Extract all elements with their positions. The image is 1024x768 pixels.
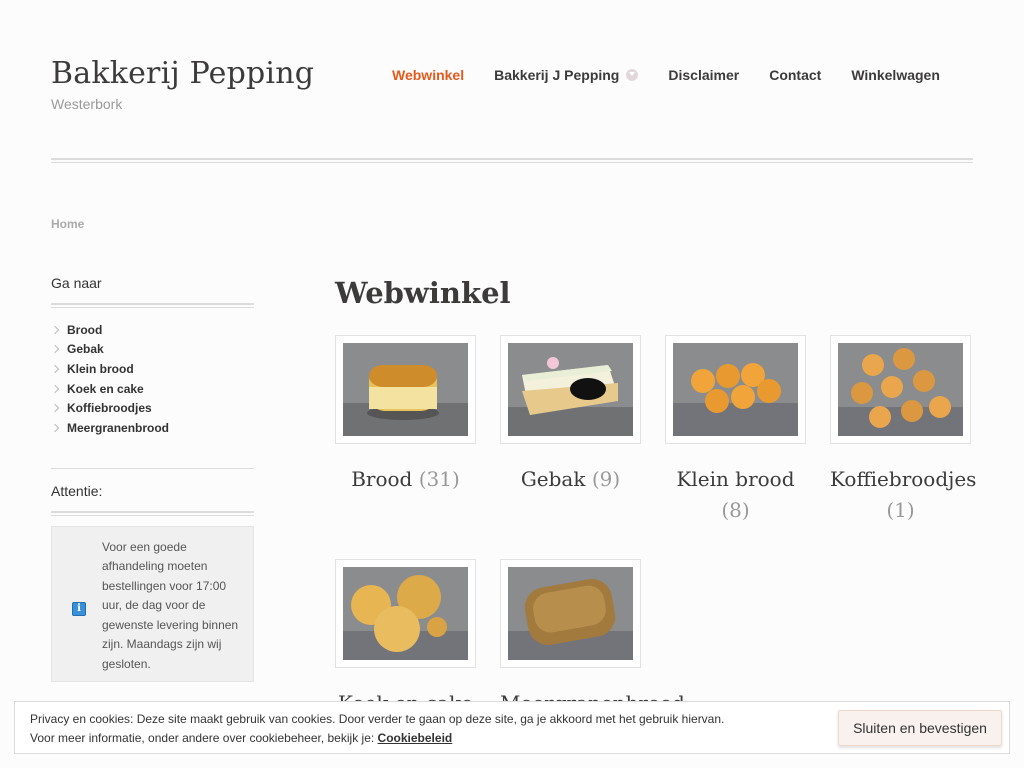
chevron-right-icon [50,364,60,374]
cookie-accept-button[interactable]: Sluiten en bevestigen [838,710,1002,746]
product-thumbnail[interactable] [335,335,476,444]
widget-separator [51,467,254,469]
product-count: (8) [721,498,750,522]
product-name: Brood [351,467,413,491]
product-card[interactable]: Koffiebroodjes (1) [830,335,995,526]
category-item[interactable]: Koek en cake [50,379,254,399]
chevron-right-icon [50,384,60,393]
category-item[interactable]: Gebak [50,340,254,360]
cookie-line-2: Voor meer informatie, onder andere over … [30,729,724,748]
product-card[interactable]: Koek en cake [335,559,500,719]
product-name: Klein brood [676,467,795,491]
chevron-right-icon [50,403,60,413]
category-item[interactable]: Koffiebroodjes [50,398,254,418]
category-label: Koek en cake [67,381,144,396]
product-thumbnail[interactable] [830,335,971,444]
header-divider [51,158,973,163]
product-count: (9) [591,467,621,491]
product-card[interactable]: Klein brood (8) [665,335,830,526]
notice-box: i Voor een goede afhandeling moeten best… [51,525,254,682]
bread-photo [343,343,468,436]
category-label: Klein brood [67,361,134,376]
site-tagline: Westerbork [51,96,123,112]
cookie-line-2-text: Voor meer informatie, onder andere over … [30,730,375,745]
category-label: Koffiebroodjes [67,401,152,416]
breadcrumb[interactable]: Home [51,217,84,231]
category-item[interactable]: Brood [50,320,254,340]
page-title: Webwinkel [335,276,511,310]
product-card[interactable]: Meergranenbrood [500,559,685,719]
rolls-photo [673,343,798,436]
main-nav: Webwinkel Bakkerij J Pepping Disclaimer … [392,67,970,83]
cookie-line-1: Privacy en cookies: Deze site maakt gebr… [30,712,725,726]
product-card[interactable]: Brood (31) [335,335,500,495]
product-count: (1) [886,498,915,522]
nav-label: Contact [769,67,822,83]
product-title[interactable]: Klein brood (8) [665,464,806,526]
cookie-banner: Privacy en cookies: Deze site maakt gebr… [14,701,1010,754]
cookie-text: Privacy en cookies: Deze site maakt gebr… [30,710,724,747]
product-title[interactable]: Koffiebroodjes (1) [830,464,976,526]
category-item[interactable]: Meergranenbrood [50,418,254,438]
product-title[interactable]: Gebak (9) [500,464,641,495]
pastry-photo [838,343,963,436]
nav-label: Bakkerij J Pepping [494,67,620,83]
nav-disclaimer[interactable]: Disclaimer [668,67,739,83]
goto-widget-title: Ga naar [51,275,102,291]
category-label: Brood [67,322,103,337]
category-item[interactable]: Klein brood [50,359,254,379]
multigrain-photo [508,567,633,660]
cookie-policy-link[interactable]: Cookiebeleid [378,731,453,745]
info-icon: i [72,601,86,616]
nav-webwinkel[interactable]: Webwinkel [392,67,464,83]
chevron-right-icon [50,423,60,433]
product-thumbnail[interactable] [500,335,641,444]
category-label: Gebak [67,342,104,357]
category-list: Brood Gebak Klein brood Koek en cake Kof… [50,320,254,438]
product-name: Koffiebroodjes [830,467,977,491]
product-title[interactable]: Brood (31) [335,464,476,495]
nav-contact[interactable]: Contact [769,67,821,83]
cake-photo [508,343,633,436]
product-thumbnail[interactable] [335,559,476,668]
product-thumbnail[interactable] [500,559,641,668]
widget-divider [51,303,254,308]
sidebar: Ga naar Brood Gebak Klein brood Koek en … [50,275,254,682]
nav-label: Disclaimer [668,67,740,83]
nav-winkelwagen[interactable]: Winkelwagen [851,67,940,83]
attention-widget-title: Attentie: [51,482,103,499]
category-label: Meergranenbrood [67,420,170,435]
chevron-right-icon [50,345,60,354]
chevron-right-icon [50,325,60,335]
product-card[interactable]: Gebak (9) [500,335,665,495]
nav-label: Webwinkel [392,67,465,83]
cookie-photo [343,567,468,660]
chevron-down-icon[interactable] [626,69,639,81]
site-title[interactable]: Bakkerij Pepping [51,56,314,91]
widget-divider [51,510,254,516]
nav-label: Winkelwagen [851,67,940,83]
product-count: (31) [418,467,460,491]
notice-text: Voor een goede afhandeling moeten bestel… [102,539,239,671]
product-thumbnail[interactable] [665,335,806,444]
nav-bakkerij[interactable]: Bakkerij J Pepping [494,67,639,83]
main-content: Webwinkel [335,276,995,310]
product-name: Gebak [520,467,586,491]
